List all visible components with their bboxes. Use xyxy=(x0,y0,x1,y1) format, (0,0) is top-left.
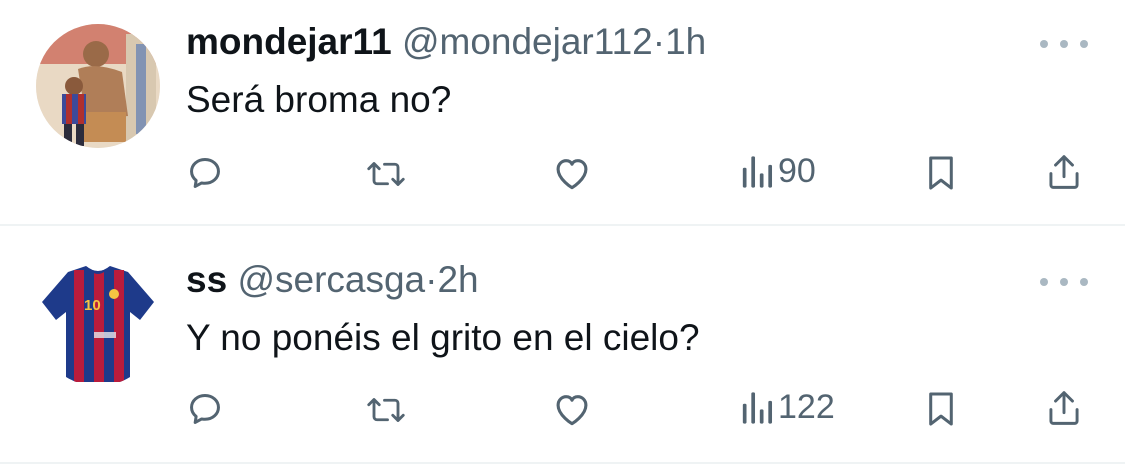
display-name[interactable]: ss xyxy=(186,259,227,300)
tweet-header: ss @sercasga·2h xyxy=(186,258,479,302)
reply-icon xyxy=(190,394,220,424)
separator: · xyxy=(425,259,438,300)
tweet-header: mondejar11 @mondejar112·1h xyxy=(186,20,706,64)
heart-icon xyxy=(556,159,588,190)
handle[interactable]: @mondejar112 xyxy=(402,21,653,62)
views-count: 122 xyxy=(778,388,835,426)
tweet[interactable]: 10 ss @sercasga·2h Y no ponéis el grito … xyxy=(0,226,1125,462)
share-icon xyxy=(1049,155,1079,189)
avatar[interactable]: 10 xyxy=(36,262,160,386)
svg-text:10: 10 xyxy=(84,297,101,314)
views-bar-icon xyxy=(742,391,773,424)
reply-button[interactable] xyxy=(186,154,224,192)
share-button[interactable] xyxy=(1046,388,1082,428)
retweet-icon xyxy=(367,398,405,422)
views-button[interactable]: 122 xyxy=(740,388,835,427)
retweet-icon xyxy=(367,162,405,186)
timestamp[interactable]: 1h xyxy=(665,21,706,62)
share-icon xyxy=(1049,391,1079,425)
bookmark-icon xyxy=(929,156,953,190)
separator: · xyxy=(652,21,666,62)
heart-icon xyxy=(556,395,588,426)
avatar[interactable] xyxy=(36,24,160,148)
bookmark-button[interactable] xyxy=(924,154,958,192)
bookmark-button[interactable] xyxy=(924,390,958,428)
display-name[interactable]: mondejar11 xyxy=(186,21,392,62)
retweet-button[interactable] xyxy=(364,392,408,428)
more-options-icon[interactable] xyxy=(1040,34,1088,54)
share-button[interactable] xyxy=(1046,152,1082,192)
timestamp[interactable]: 2h xyxy=(437,259,478,300)
avatar-photo-icon xyxy=(36,24,160,148)
handle[interactable]: @sercasga xyxy=(237,259,425,300)
views-count: 90 xyxy=(778,152,816,190)
tweet-text: Será broma no? xyxy=(186,79,452,120)
more-options-icon[interactable] xyxy=(1040,272,1088,292)
tweet[interactable]: mondejar11 @mondejar112·1h Será broma no… xyxy=(0,0,1125,224)
divider xyxy=(0,462,1125,464)
jersey-icon: 10 xyxy=(36,262,160,386)
views-bar-icon xyxy=(742,155,773,188)
reply-button[interactable] xyxy=(186,390,224,428)
views-button[interactable]: 90 xyxy=(740,152,816,191)
like-button[interactable] xyxy=(552,391,592,427)
reply-icon xyxy=(190,158,220,188)
like-button[interactable] xyxy=(552,155,592,191)
tweet-text: Y no ponéis el grito en el cielo? xyxy=(186,317,700,358)
retweet-button[interactable] xyxy=(364,156,408,192)
bookmark-icon xyxy=(929,392,953,426)
